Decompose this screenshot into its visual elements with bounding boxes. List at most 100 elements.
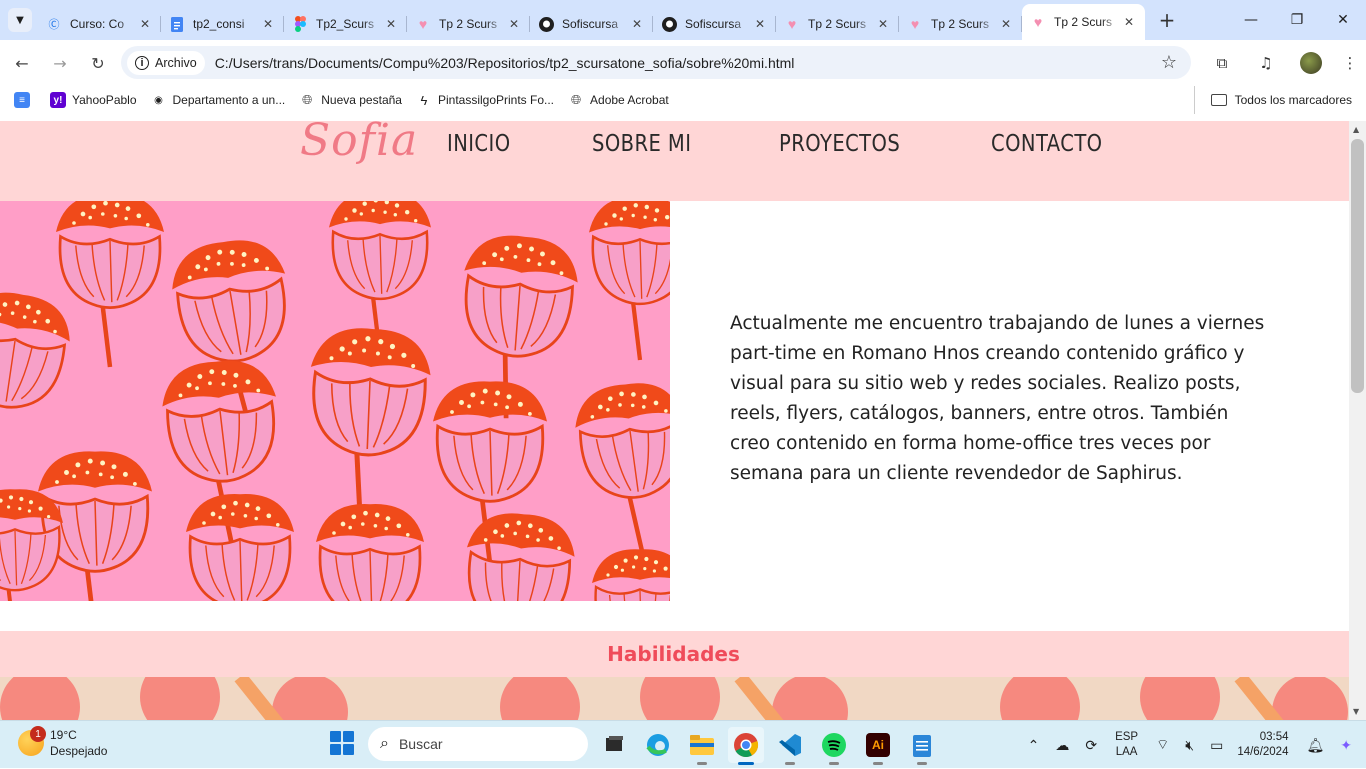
site-nav: INICIO SOBRE MI PROYECTOS CONTACTO bbox=[447, 131, 1192, 157]
browser-tab[interactable]: Sofiscursa ✕ bbox=[653, 8, 776, 40]
heart-icon: ♥ bbox=[910, 16, 920, 32]
skills-pattern-image bbox=[0, 677, 1349, 720]
media-control-icon[interactable]: ♫ bbox=[1250, 47, 1282, 79]
notepad-icon[interactable] bbox=[904, 727, 940, 765]
file-explorer-icon[interactable] bbox=[684, 727, 720, 765]
new-tab-button[interactable]: + bbox=[1153, 6, 1181, 34]
url-text[interactable]: C:/Users/trans/Documents/Compu%203/Repos… bbox=[215, 55, 795, 71]
profile-avatar[interactable] bbox=[1300, 52, 1322, 74]
edge-icon[interactable] bbox=[640, 727, 676, 763]
vscode-icon[interactable] bbox=[772, 727, 808, 765]
bookmark-item[interactable]: ϟ PintassilgoPrints Fo... bbox=[416, 92, 555, 108]
system-tray: ⌃ ☁ ⟳ ESP LAA ⌔ 🔇︎ ▭ 03:54 14/6/2024 🔔︎ … bbox=[1020, 721, 1366, 769]
bookmark-item[interactable]: ◉ Departamento a un... bbox=[151, 92, 285, 108]
spotify-icon[interactable] bbox=[816, 727, 852, 765]
browser-tab[interactable]: ♥ Tp 2 Scurs ✕ bbox=[407, 8, 530, 40]
tab-list: Ⓒ Curso: Co ✕ tp2_consi ✕ Tp2_Scurs ✕ ♥ … bbox=[38, 0, 1145, 40]
browser-tab[interactable]: Tp2_Scurs ✕ bbox=[284, 8, 407, 40]
bookmark-label: YahooPablo bbox=[72, 93, 137, 107]
close-icon[interactable]: ✕ bbox=[752, 16, 768, 32]
about-paragraph: Actualmente me encuentro trabajando de l… bbox=[730, 313, 1265, 484]
windows-start-icon[interactable] bbox=[330, 731, 354, 755]
globe-icon: 🌐︎ bbox=[302, 92, 313, 107]
site-logo[interactable]: Sofia bbox=[300, 121, 418, 166]
browser-tab[interactable]: Ⓒ Curso: Co ✕ bbox=[38, 8, 161, 40]
nav-link-contacto[interactable]: CONTACTO bbox=[991, 131, 1103, 157]
search-placeholder: Buscar bbox=[398, 736, 443, 752]
close-icon[interactable]: ✕ bbox=[506, 16, 522, 32]
extensions-icon[interactable]: ⧉ bbox=[1206, 47, 1238, 79]
menu-icon[interactable]: ⋮ bbox=[1334, 47, 1366, 79]
nav-link-inicio[interactable]: INICIO bbox=[447, 131, 511, 157]
restore-icon[interactable]: ❐ bbox=[1274, 0, 1320, 40]
lang-code: ESP bbox=[1115, 731, 1139, 743]
browser-tab[interactable]: ♥ Tp 2 Scurs ✕ bbox=[899, 8, 1022, 40]
task-view-icon[interactable] bbox=[596, 727, 632, 763]
page-scrollbar[interactable]: ▲ ▼ bbox=[1349, 121, 1366, 720]
site-info-chip[interactable]: i Archivo bbox=[127, 50, 205, 75]
eye-icon: ◉ bbox=[154, 94, 163, 106]
tab-title: Tp 2 Scurs bbox=[931, 17, 990, 31]
sync-icon[interactable]: ⟳ bbox=[1085, 737, 1097, 754]
taskbar-search[interactable]: ⌕ Buscar bbox=[368, 727, 588, 761]
docs-icon: ≡ bbox=[14, 92, 30, 108]
reload-icon[interactable]: ↻ bbox=[82, 47, 114, 79]
bookmark-item[interactable]: 🌐︎ Nueva pestaña bbox=[299, 92, 402, 108]
chip-label: Archivo bbox=[155, 55, 197, 70]
close-icon[interactable]: ✕ bbox=[875, 16, 891, 32]
close-icon[interactable]: ✕ bbox=[260, 16, 276, 32]
bookmark-star-icon[interactable]: ☆ bbox=[1161, 52, 1177, 73]
browser-tab-active[interactable]: ♥ Tp 2 Scurs ✕ bbox=[1022, 4, 1145, 40]
tab-title: Tp 2 Scurs bbox=[808, 17, 867, 31]
bookmark-docs[interactable]: ≡ bbox=[14, 92, 36, 108]
close-icon[interactable]: ✕ bbox=[383, 16, 399, 32]
skills-title: Habilidades bbox=[607, 642, 740, 666]
scrollbar-thumb[interactable] bbox=[1351, 139, 1364, 393]
all-bookmarks-button[interactable]: Todos los marcadores bbox=[1193, 86, 1352, 114]
running-indicator bbox=[697, 762, 707, 765]
running-indicator bbox=[785, 762, 795, 765]
all-bookmarks-label: Todos los marcadores bbox=[1234, 93, 1352, 107]
address-bar[interactable]: i Archivo C:/Users/trans/Documents/Compu… bbox=[121, 46, 1191, 79]
bell-icon[interactable]: 🔔︎ bbox=[1306, 737, 1324, 754]
mute-speaker-icon[interactable]: 🔇︎ bbox=[1185, 737, 1194, 754]
onedrive-icon[interactable]: ☁ bbox=[1055, 737, 1069, 754]
illustrator-icon[interactable]: Ai bbox=[860, 727, 896, 765]
clock-time: 03:54 bbox=[1259, 731, 1289, 743]
battery-icon[interactable]: ▭ bbox=[1210, 737, 1223, 754]
windows-taskbar: 1 19°C Despejado ⌕ Buscar Ai ⌃ ☁ ⟳ ESP L… bbox=[0, 720, 1366, 768]
browser-tab[interactable]: ♥ Tp 2 Scurs ✕ bbox=[776, 8, 899, 40]
wifi-icon[interactable]: ⌔ bbox=[1156, 736, 1169, 754]
language-indicator[interactable]: ESP LAA bbox=[1115, 730, 1138, 760]
scroll-up-icon[interactable]: ▲ bbox=[1353, 125, 1359, 134]
copilot-icon[interactable]: ✦ bbox=[1340, 737, 1352, 754]
clock-date: 14/6/2024 bbox=[1237, 746, 1289, 758]
tab-title: tp2_consi bbox=[193, 17, 245, 31]
running-indicator bbox=[917, 762, 927, 765]
close-icon[interactable]: ✕ bbox=[998, 16, 1014, 32]
bookmark-item[interactable]: y! YahooPablo bbox=[50, 92, 137, 108]
browser-tab[interactable]: Sofiscursa ✕ bbox=[530, 8, 653, 40]
weather-widget[interactable]: 1 19°C Despejado bbox=[18, 726, 107, 759]
close-icon[interactable]: ✕ bbox=[1121, 14, 1137, 30]
yahoo-icon: y! bbox=[50, 92, 66, 108]
close-window-icon[interactable]: ✕ bbox=[1320, 0, 1366, 40]
site-header: Sofia INICIO SOBRE MI PROYECTOS CONTACTO bbox=[0, 121, 1349, 201]
scroll-down-icon[interactable]: ▼ bbox=[1353, 707, 1359, 716]
clock[interactable]: 03:54 14/6/2024 bbox=[1237, 730, 1288, 760]
tab-title: Tp 2 Scurs bbox=[439, 17, 498, 31]
forward-icon[interactable]: → bbox=[44, 47, 76, 79]
nav-link-proyectos[interactable]: PROYECTOS bbox=[779, 131, 900, 157]
browser-tab[interactable]: tp2_consi ✕ bbox=[161, 8, 284, 40]
tab-search-button[interactable]: ▼ bbox=[8, 8, 32, 32]
close-icon[interactable]: ✕ bbox=[137, 16, 153, 32]
back-icon[interactable]: ← bbox=[6, 47, 38, 79]
bookmark-label: Nueva pestaña bbox=[321, 93, 402, 107]
minimize-icon[interactable]: — bbox=[1228, 0, 1274, 40]
chrome-icon[interactable] bbox=[728, 727, 764, 765]
page-viewport: Sofia INICIO SOBRE MI PROYECTOS CONTACTO bbox=[0, 121, 1349, 720]
chevron-up-icon[interactable]: ⌃ bbox=[1028, 737, 1040, 754]
nav-link-sobre-mi[interactable]: SOBRE MI bbox=[592, 131, 691, 157]
bookmark-item[interactable]: 🌐︎ Adobe Acrobat bbox=[568, 92, 669, 108]
close-icon[interactable]: ✕ bbox=[629, 16, 645, 32]
